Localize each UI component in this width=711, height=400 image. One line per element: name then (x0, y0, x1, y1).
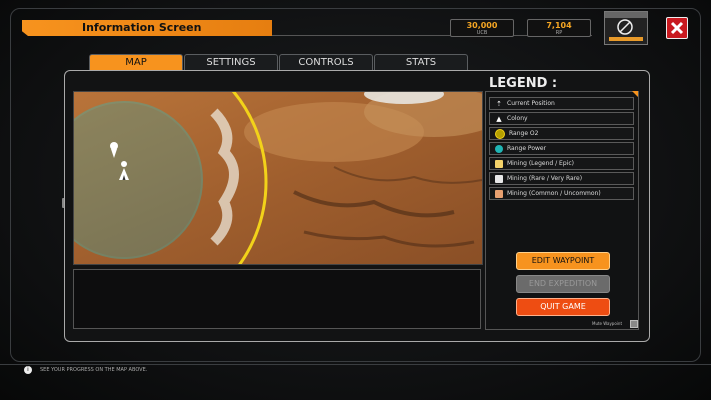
mining-legend-icon (495, 159, 503, 168)
rank-badge (604, 11, 648, 45)
info-icon: i (24, 366, 32, 374)
mining-rare-icon (495, 174, 503, 183)
legend-item-current-position: ⇡ Current Position (489, 97, 634, 110)
close-button[interactable] (666, 17, 688, 39)
ucb-value: 30,000 (466, 21, 498, 30)
legend-item-range-power: Range Power (489, 142, 634, 155)
ucb-label: UCB (476, 30, 488, 36)
rp-counter: 7,104 RP (527, 19, 591, 37)
legend-item-mining-legend: Mining (Legend / Epic) (489, 157, 634, 170)
colony-icon: ▲ (496, 114, 502, 123)
ucb-counter: 30,000 UCB (450, 19, 514, 37)
tab-map[interactable]: MAP (89, 54, 183, 70)
waypoint-notes-panel (73, 269, 481, 329)
end-expedition-button[interactable]: END EXPEDITION (516, 275, 610, 293)
close-icon (670, 21, 684, 35)
legend-item-mining-rare: Mining (Rare / Very Rare) (489, 172, 634, 185)
legend-item-mining-common: Mining (Common / Uncommon) (489, 187, 634, 200)
mute-waypoint-label: Mute Waypoint (592, 321, 623, 326)
footer-hint: SEE YOUR PROGRESS ON THE MAP ABOVE. (40, 367, 148, 373)
tab-stats[interactable]: STATS (374, 54, 468, 70)
rp-value: 7,104 (546, 21, 572, 30)
map-canvas (74, 92, 482, 264)
tab-controls[interactable]: CONTROLS (279, 54, 373, 70)
mute-waypoint-checkbox[interactable] (630, 320, 638, 328)
compass-icon (617, 19, 633, 35)
legend-item-colony: ▲ Colony (489, 112, 634, 125)
edit-waypoint-button[interactable]: EDIT WAYPOINT (516, 252, 610, 270)
range-power-icon (495, 144, 503, 153)
legend-title: LEGEND : (489, 76, 558, 91)
tab-settings[interactable]: SETTINGS (184, 54, 278, 70)
range-o2-icon (495, 128, 505, 139)
rp-label: RP (555, 30, 563, 36)
legend-item-range-o2: Range O2 (489, 127, 634, 140)
terrain-map[interactable] (73, 91, 483, 265)
quit-game-button[interactable]: QUIT GAME (516, 298, 610, 316)
position-marker-icon: ⇡ (496, 99, 502, 108)
footer-divider (0, 364, 711, 365)
mining-common-icon (495, 189, 503, 198)
page-title: Information Screen (82, 21, 202, 34)
